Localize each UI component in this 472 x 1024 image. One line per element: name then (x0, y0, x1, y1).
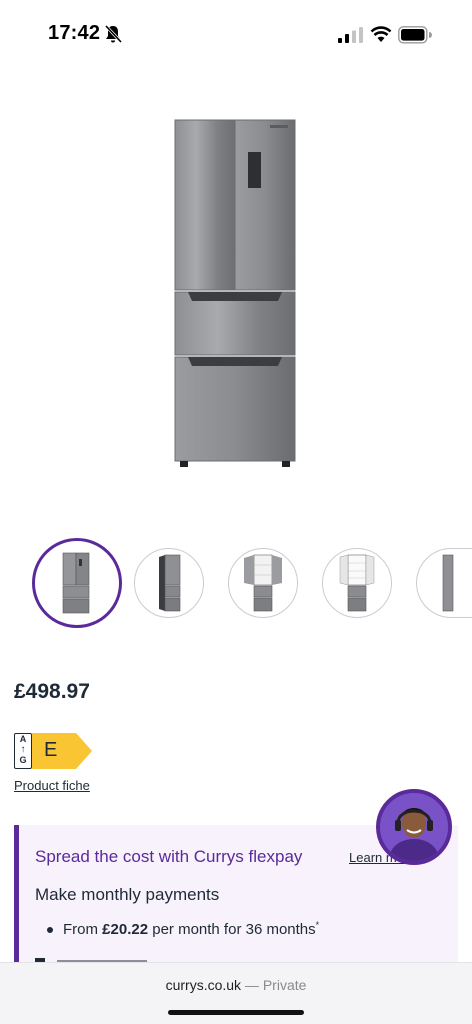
cellular-signal-icon (338, 27, 363, 43)
home-indicator[interactable] (168, 1010, 304, 1015)
product-price: £498.97 (14, 680, 90, 703)
thumbnail-side[interactable] (416, 548, 472, 618)
energy-rating-letter: E (44, 739, 58, 761)
url-display[interactable]: currys.co.uk — Private (0, 977, 472, 993)
arrow-up-icon: ↑ (20, 744, 26, 755)
energy-scale: A ↑ G (14, 733, 32, 769)
thumbnail-interior[interactable] (322, 548, 392, 618)
thumbnail-carousel (0, 538, 472, 630)
offer-prefix: From (63, 921, 103, 938)
monthly-payment-offer: From £20.22 per month for 36 months* (47, 920, 319, 938)
thumbnail-angled[interactable] (134, 548, 204, 618)
monthly-payments-heading: Make monthly payments (35, 885, 220, 904)
product-image[interactable] (170, 115, 302, 475)
offer-amount: £20.22 (102, 921, 149, 938)
url-separator: — (241, 977, 263, 993)
product-fiche-link[interactable]: Product fiche (14, 778, 90, 793)
status-time: 17:42 (48, 22, 101, 44)
thumbnail-front[interactable] (32, 538, 122, 628)
chat-assistant-avatar[interactable] (376, 789, 452, 865)
energy-scale-bottom: G (19, 755, 27, 765)
battery-icon (398, 26, 432, 44)
thumbnail-doors-open[interactable] (228, 548, 298, 618)
status-bar: 17:42 (0, 0, 472, 70)
flexpay-title: Spread the cost with Currys flexpay (35, 847, 303, 866)
energy-badge-shape (32, 733, 92, 769)
wifi-icon (370, 26, 392, 42)
bullet-icon (47, 927, 53, 934)
browser-address-bar[interactable]: currys.co.uk — Private (0, 962, 472, 1024)
offer-suffix: per month for 36 months (148, 921, 316, 938)
energy-rating-label[interactable]: A ↑ G E (14, 733, 92, 771)
url-domain: currys.co.uk (165, 977, 242, 993)
offer-footnote-mark: * (315, 920, 320, 930)
private-mode-label: Private (262, 977, 307, 993)
bell-off-icon (104, 24, 122, 44)
